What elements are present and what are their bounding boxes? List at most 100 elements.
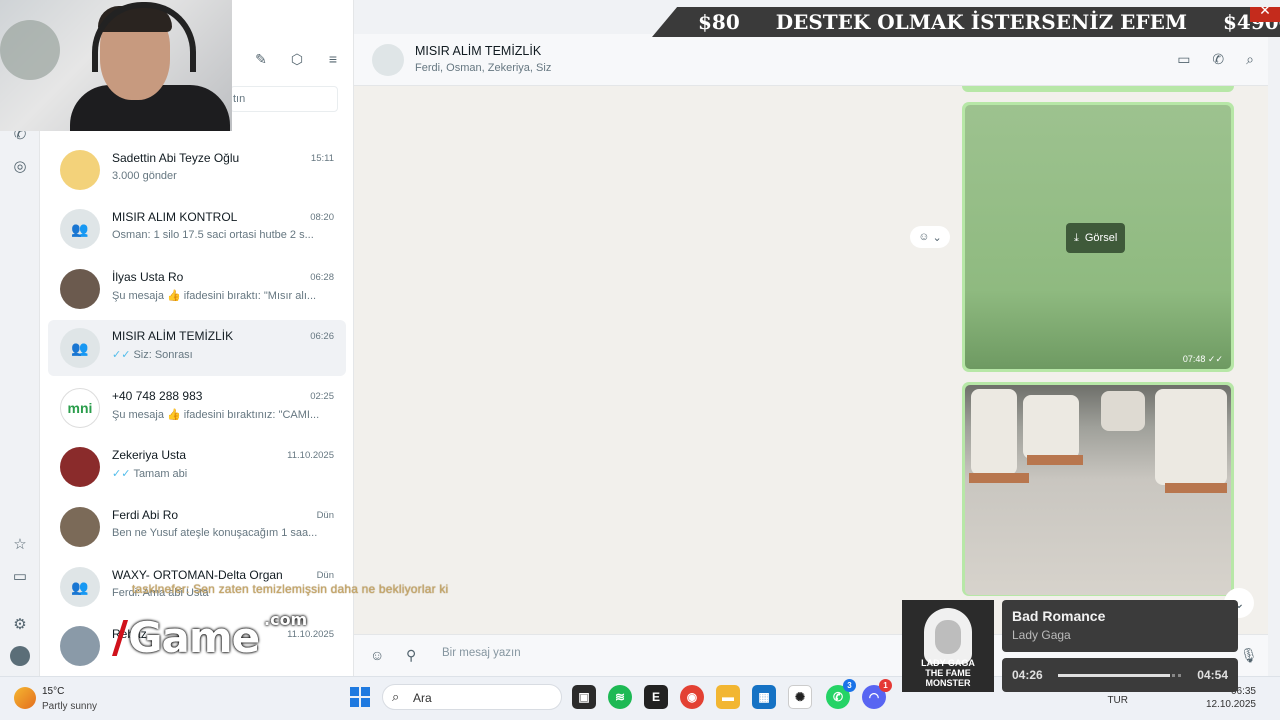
filter-icon[interactable]: ≡ bbox=[324, 50, 342, 68]
search-icon[interactable]: ⌕ bbox=[1246, 51, 1254, 68]
chat-overlay-message: tasklnefer: Sen zaten temizlemişsin daha… bbox=[132, 582, 449, 596]
discord-icon[interactable]: ◠ 1 bbox=[862, 679, 892, 709]
task-view-icon[interactable]: ▣ bbox=[572, 685, 596, 709]
conversation-header[interactable]: MISIR ALİM TEMİZLİK Ferdi, Osman, Zekeri… bbox=[354, 34, 1268, 86]
archive-icon[interactable]: ▭ bbox=[10, 566, 30, 586]
chat-item[interactable]: Ferdi Abi Ro Dün Ben ne Yusuf ateşle kon… bbox=[48, 499, 346, 555]
elapsed-time: 04:26 bbox=[1012, 668, 1043, 682]
store-icon[interactable]: ▦ bbox=[752, 685, 776, 709]
download-label: Görsel bbox=[1084, 232, 1118, 244]
close-icon[interactable]: ✕ bbox=[1250, 7, 1280, 22]
avatar bbox=[60, 626, 100, 666]
temperature: 15°C bbox=[42, 686, 65, 697]
image-message[interactable]: ⤓ Görsel 07:48 ✓✓ bbox=[962, 102, 1234, 372]
chat-name: Ferdi Abi Ro bbox=[112, 508, 179, 522]
emoji-icon: ☺ bbox=[918, 231, 930, 243]
label-icon[interactable]: ⬡ bbox=[288, 50, 306, 68]
message-area[interactable]: ☺ ⌄ ⤓ Görsel 07:48 ✓✓ bbox=[354, 86, 1268, 634]
banner-message: DESTEK OLMAK İSTERSENİZ EFEM bbox=[775, 10, 1187, 34]
reaction-button[interactable]: ☺ ⌄ bbox=[910, 226, 950, 248]
chat-item[interactable]: Sadettin Abi Teyze Oğlu 15:11 3.000 gönd… bbox=[48, 142, 346, 198]
chat-preview: Şu mesaja 👍 ifadesini bıraktınız: "CAMI.… bbox=[112, 409, 320, 421]
chat-name: WAXY- ORTOMAN-Delta Organic bbox=[112, 568, 282, 582]
chat-item[interactable]: 👥 MISIR ALIM KONTROL 08:20 Osman: 1 silo… bbox=[48, 201, 346, 257]
notification-badge: 3 bbox=[843, 679, 856, 692]
chat-preview: Ben ne Yusuf ateşle konuşacağım 1 saa... bbox=[112, 527, 318, 539]
chat-name: MISIR ALIM KONTROL bbox=[112, 210, 238, 224]
avatar bbox=[60, 269, 100, 309]
song-duration: 04:54 bbox=[1197, 668, 1228, 682]
taskbar-search[interactable]: ⌕ Ara bbox=[382, 684, 562, 710]
donation-banner: $80 DESTEK OLMAK İSTERSENİZ EFEM $490000… bbox=[652, 7, 1280, 37]
weather-description: Partly sunny bbox=[42, 701, 98, 712]
stream-logo: /Game .com bbox=[112, 610, 308, 663]
conversation-title: MISIR ALİM TEMİZLİK bbox=[415, 44, 542, 58]
chat-time: 11.10.2025 bbox=[287, 629, 334, 640]
previous-message-bubble bbox=[962, 86, 1234, 92]
conversation-panel: MISIR ALİM TEMİZLİK Ferdi, Osman, Zekeri… bbox=[354, 34, 1268, 676]
avatar: mni bbox=[60, 388, 100, 428]
download-icon: ⤓ bbox=[1074, 231, 1079, 244]
music-widget: LADY GAGA THE FAME MONSTER Bad Romance La… bbox=[902, 600, 1240, 692]
emoji-icon[interactable]: ☺ bbox=[370, 647, 384, 663]
group-avatar[interactable] bbox=[372, 44, 404, 76]
status-icon[interactable]: ◎ bbox=[10, 156, 30, 176]
download-image-button[interactable]: ⤓ Görsel bbox=[1066, 223, 1126, 253]
message-input[interactable]: Bir mesaj yazın bbox=[442, 647, 521, 659]
video-call-icon[interactable]: ▭ bbox=[1177, 51, 1190, 68]
song-title: Bad Romance bbox=[1012, 608, 1106, 624]
voice-call-icon[interactable]: ✆ bbox=[1212, 51, 1224, 68]
chat-name: +40 748 288 983 bbox=[112, 389, 203, 403]
file-explorer-icon[interactable]: ▬ bbox=[716, 685, 740, 709]
attach-icon[interactable]: ⚲ bbox=[406, 647, 416, 664]
warehouse-photo bbox=[965, 385, 1231, 595]
spotify-icon[interactable]: ≋ bbox=[608, 685, 632, 709]
read-ticks-icon: ✓✓ bbox=[112, 349, 131, 361]
avatar bbox=[60, 507, 100, 547]
chevron-down-icon: ⌄ bbox=[932, 231, 942, 244]
start-button[interactable] bbox=[350, 687, 370, 707]
chat-name: Sadettin Abi Teyze Oğlu bbox=[112, 151, 240, 165]
chat-preview: ✓✓ Tamam abi bbox=[112, 468, 188, 480]
group-avatar-icon: 👥 bbox=[60, 328, 100, 368]
group-avatar-icon: 👥 bbox=[60, 567, 100, 607]
whatsapp-icon[interactable]: ✆ 3 bbox=[826, 679, 856, 709]
search-input[interactable]: tın bbox=[230, 86, 338, 112]
chat-item-active[interactable]: 👥 MISIR ALİM TEMİZLİK 06:26 ✓✓ Siz: Sonra… bbox=[48, 320, 346, 376]
chat-item[interactable]: Zekeriya Usta 11.10.2025 ✓✓ Tamam abi bbox=[48, 439, 346, 495]
chat-time: 02:25 bbox=[310, 391, 334, 402]
new-chat-icon[interactable]: ✎ bbox=[252, 50, 270, 68]
image-placeholder: ⤓ Görsel 07:48 ✓✓ bbox=[965, 105, 1231, 369]
chat-preview: 3.000 gönder bbox=[112, 170, 177, 182]
chatgpt-icon[interactable]: ✺ bbox=[788, 685, 812, 709]
chat-time: 06:28 bbox=[310, 272, 334, 283]
epic-games-icon[interactable]: E bbox=[644, 685, 668, 709]
settings-icon[interactable]: ⚙ bbox=[10, 614, 30, 634]
chat-name: İlyas Usta Ro bbox=[112, 270, 184, 284]
image-message[interactable] bbox=[962, 382, 1234, 596]
profile-avatar[interactable] bbox=[10, 646, 30, 666]
chat-time: 08:20 bbox=[310, 212, 334, 223]
read-ticks-icon: ✓✓ bbox=[112, 468, 131, 480]
chat-name: MISIR ALİM TEMİZLİK bbox=[112, 329, 234, 343]
avatar bbox=[60, 447, 100, 487]
chat-preview: Şu mesaja 👍 ifadesini bıraktı: "Mısır al… bbox=[112, 290, 317, 302]
chat-time: 06:26 bbox=[310, 331, 334, 342]
chat-preview: Osman: 1 silo 17.5 saci ortasi hutbe 2 s… bbox=[112, 229, 314, 241]
chat-name: Zekeriya Usta bbox=[112, 448, 187, 462]
starred-icon[interactable]: ☆ bbox=[10, 534, 30, 554]
language-indicator[interactable]: TUR bbox=[1107, 695, 1128, 706]
weather-icon bbox=[14, 687, 36, 709]
chat-time: 15:11 bbox=[310, 153, 334, 164]
microphone-icon[interactable]: 🎙 bbox=[1240, 647, 1258, 664]
conversation-members: Ferdi, Osman, Zekeriya, Siz bbox=[415, 62, 552, 74]
banner-left-amount: $80 bbox=[698, 10, 740, 34]
read-ticks-icon: ✓✓ bbox=[1207, 354, 1223, 364]
chat-preview: ✓✓ Siz: Sonrası bbox=[112, 349, 193, 361]
progress-bar bbox=[1058, 674, 1182, 677]
album-cover: LADY GAGA THE FAME MONSTER bbox=[902, 600, 994, 692]
chat-item[interactable]: İlyas Usta Ro 06:28 Şu mesaja 👍 ifadesin… bbox=[48, 261, 346, 317]
chat-item[interactable]: mni +40 748 288 983 02:25 Şu mesaja 👍 if… bbox=[48, 380, 346, 436]
song-progress: 04:26 04:54 bbox=[1002, 658, 1238, 692]
chrome-icon[interactable]: ◉ bbox=[680, 685, 704, 709]
